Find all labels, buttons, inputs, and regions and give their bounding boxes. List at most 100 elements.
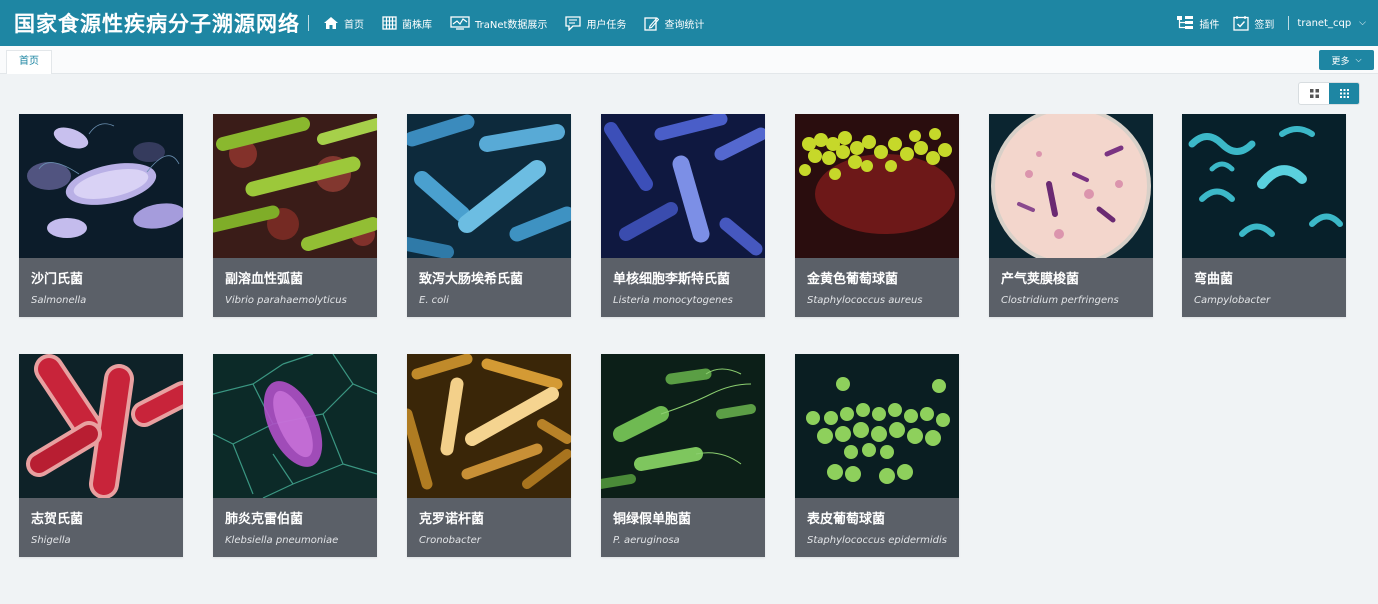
bacteria-card-pseudomonas[interactable]: 铜绿假单胞菌 P. aeruginosa: [601, 354, 765, 557]
bacteria-name-cn: 致泻大肠埃希氏菌: [419, 272, 524, 287]
home-icon: [324, 17, 338, 29]
clostridium-image: [989, 114, 1153, 258]
bacteria-card-campylobacter[interactable]: 弯曲菌 Campylobacter: [1182, 114, 1346, 317]
grid-large-icon: [1309, 89, 1319, 98]
bacteria-card-staph-epidermidis[interactable]: 表皮葡萄球菌 Staphylococcus epidermidis: [795, 354, 959, 557]
card-caption: 致泻大肠埃希氏菌 E. coli: [407, 258, 571, 317]
bacteria-name-latin: Shigella: [31, 535, 71, 546]
bacteria-card-shigella[interactable]: 志贺氏菌 Shigella: [19, 354, 183, 557]
chart-monitor-icon: [450, 16, 470, 30]
bacteria-name-latin: Klebsiella pneumoniae: [225, 535, 339, 546]
bacteria-card-cronobacter[interactable]: 克罗诺杆菌 Cronobacter: [407, 354, 571, 557]
card-caption: 志贺氏菌 Shigella: [19, 498, 183, 557]
bacteria-card-listeria[interactable]: 单核细胞李斯特氏菌 Listeria monocytogenes: [601, 114, 765, 317]
nav-query-stats-label: 查询统计: [664, 19, 705, 31]
bacteria-name-cn: 克罗诺杆菌: [419, 512, 485, 527]
chevron-down-icon: ⌵: [1359, 18, 1366, 28]
bacteria-name-cn: 单核细胞李斯特氏菌: [613, 272, 731, 287]
card-caption: 表皮葡萄球菌 Staphylococcus epidermidis: [795, 498, 959, 557]
more-label: 更多: [1331, 56, 1350, 67]
bacteria-name-latin: Vibrio parahaemolyticus: [225, 295, 347, 306]
bacteria-card-salmonella[interactable]: 沙门氏菌 Salmonella: [19, 114, 183, 317]
bacteria-name-cn: 副溶血性弧菌: [225, 272, 304, 287]
tabs-bar: 首页 更多 ⌵: [0, 46, 1378, 74]
strain-library-icon: [382, 16, 397, 30]
plugins-button[interactable]: 插件: [1176, 15, 1219, 31]
site-title[interactable]: 国家食源性疾病分子溯源网络: [14, 8, 300, 38]
nav-tranet-display[interactable]: TraNet数据展示: [450, 16, 547, 31]
username: tranet_cqp: [1297, 17, 1352, 29]
nav-query-stats[interactable]: 查询统计: [644, 16, 704, 31]
calendar-check-icon: [1233, 16, 1250, 31]
tab-home[interactable]: 首页: [6, 50, 52, 74]
bacteria-card-ecoli[interactable]: 致泻大肠埃希氏菌 E. coli: [407, 114, 571, 317]
salmonella-image: [19, 114, 183, 258]
bacteria-name-cn: 弯曲菌: [1194, 272, 1234, 287]
cronobacter-image: [407, 354, 571, 498]
bacteria-name-cn: 产气荚膜梭菌: [1001, 272, 1080, 287]
card-caption: 肺炎克雷伯菌 Klebsiella pneumoniae: [213, 498, 377, 557]
plugin-tree-icon: [1177, 16, 1194, 29]
staph-aureus-image: [795, 114, 959, 258]
bacteria-card-klebsiella[interactable]: 肺炎克雷伯菌 Klebsiella pneumoniae: [213, 354, 377, 557]
bacteria-name-latin: Staphylococcus epidermidis: [807, 535, 947, 546]
bacteria-name-latin: Staphylococcus aureus: [807, 295, 923, 306]
card-caption: 产气荚膜梭菌 Clostridium perfringens: [989, 258, 1153, 317]
card-caption: 铜绿假单胞菌 P. aeruginosa: [601, 498, 765, 557]
bacteria-name-latin: Cronobacter: [419, 535, 481, 546]
vibrio-image: [213, 114, 377, 258]
nav-tranet-display-label: TraNet数据展示: [475, 19, 548, 31]
bacteria-name-cn: 表皮葡萄球菌: [807, 512, 886, 527]
checkin-label: 签到: [1254, 19, 1275, 31]
ecoli-image: [407, 114, 571, 258]
card-caption: 金黄色葡萄球菌 Staphylococcus aureus: [795, 258, 959, 317]
task-icon: [565, 15, 582, 31]
bacteria-card-vibrio[interactable]: 副溶血性弧菌 Vibrio parahaemolyticus: [213, 114, 377, 317]
bacteria-name-latin: Campylobacter: [1194, 295, 1271, 306]
card-caption: 沙门氏菌 Salmonella: [19, 258, 183, 317]
top-navbar: 国家食源性疾病分子溯源网络 首页 菌株库 TraNet数据展示 用户任务 查询统…: [0, 0, 1378, 46]
bacteria-name-latin: Salmonella: [31, 295, 87, 306]
klebsiella-image: [213, 354, 377, 498]
chevron-down-icon: ⌵: [1355, 55, 1362, 64]
bacteria-name-cn: 铜绿假单胞菌: [613, 512, 692, 527]
listeria-image: [601, 114, 765, 258]
bacteria-card-staph-aureus[interactable]: 金黄色葡萄球菌 Staphylococcus aureus: [795, 114, 959, 317]
nav-home[interactable]: 首页: [323, 16, 364, 31]
card-caption: 克罗诺杆菌 Cronobacter: [407, 498, 571, 557]
bacteria-name-latin: P. aeruginosa: [613, 535, 680, 546]
bacteria-name-cn: 沙门氏菌: [31, 272, 84, 287]
bacteria-name-latin: E. coli: [419, 295, 449, 306]
bacteria-name-cn: 金黄色葡萄球菌: [807, 272, 899, 287]
bacteria-name-cn: 肺炎克雷伯菌: [225, 512, 304, 527]
grid-large-view-button[interactable]: [1299, 83, 1329, 104]
view-toggle: [1298, 82, 1360, 105]
bacteria-name-cn: 志贺氏菌: [31, 512, 84, 527]
shigella-image: [19, 354, 183, 498]
staph-epidermidis-image: [795, 354, 959, 498]
nav-user-tasks-label: 用户任务: [586, 19, 627, 31]
plugins-label: 插件: [1199, 19, 1220, 31]
card-caption: 弯曲菌 Campylobacter: [1182, 258, 1346, 317]
query-stats-icon: [644, 16, 660, 31]
checkin-button[interactable]: 签到: [1233, 15, 1274, 31]
user-divider: [1288, 16, 1290, 30]
user-menu[interactable]: tranet_cqp ⌵: [1297, 18, 1366, 29]
bacteria-card-clostridium[interactable]: 产气荚膜梭菌 Clostridium perfringens: [989, 114, 1153, 317]
bacteria-name-latin: Listeria monocytogenes: [613, 295, 733, 306]
nav-strain-library[interactable]: 菌株库: [382, 16, 432, 31]
nav-strain-library-label: 菌株库: [402, 19, 432, 31]
nav-home-label: 首页: [344, 19, 364, 31]
campylobacter-image: [1182, 114, 1346, 258]
nav-user-tasks[interactable]: 用户任务: [565, 15, 627, 31]
card-caption: 副溶血性弧菌 Vibrio parahaemolyticus: [213, 258, 377, 317]
title-divider: [308, 15, 309, 31]
grid-small-view-button[interactable]: [1329, 83, 1359, 104]
header-right: 插件 签到 tranet_cqp ⌵: [1162, 0, 1366, 46]
bacteria-name-latin: Clostridium perfringens: [1001, 295, 1119, 306]
pseudomonas-image: [601, 354, 765, 498]
card-caption: 单核细胞李斯特氏菌 Listeria monocytogenes: [601, 258, 765, 317]
main-nav: 首页 菌株库 TraNet数据展示 用户任务 查询统计: [323, 15, 722, 31]
more-dropdown-button[interactable]: 更多 ⌵: [1319, 50, 1374, 70]
grid-small-icon: [1339, 89, 1349, 98]
